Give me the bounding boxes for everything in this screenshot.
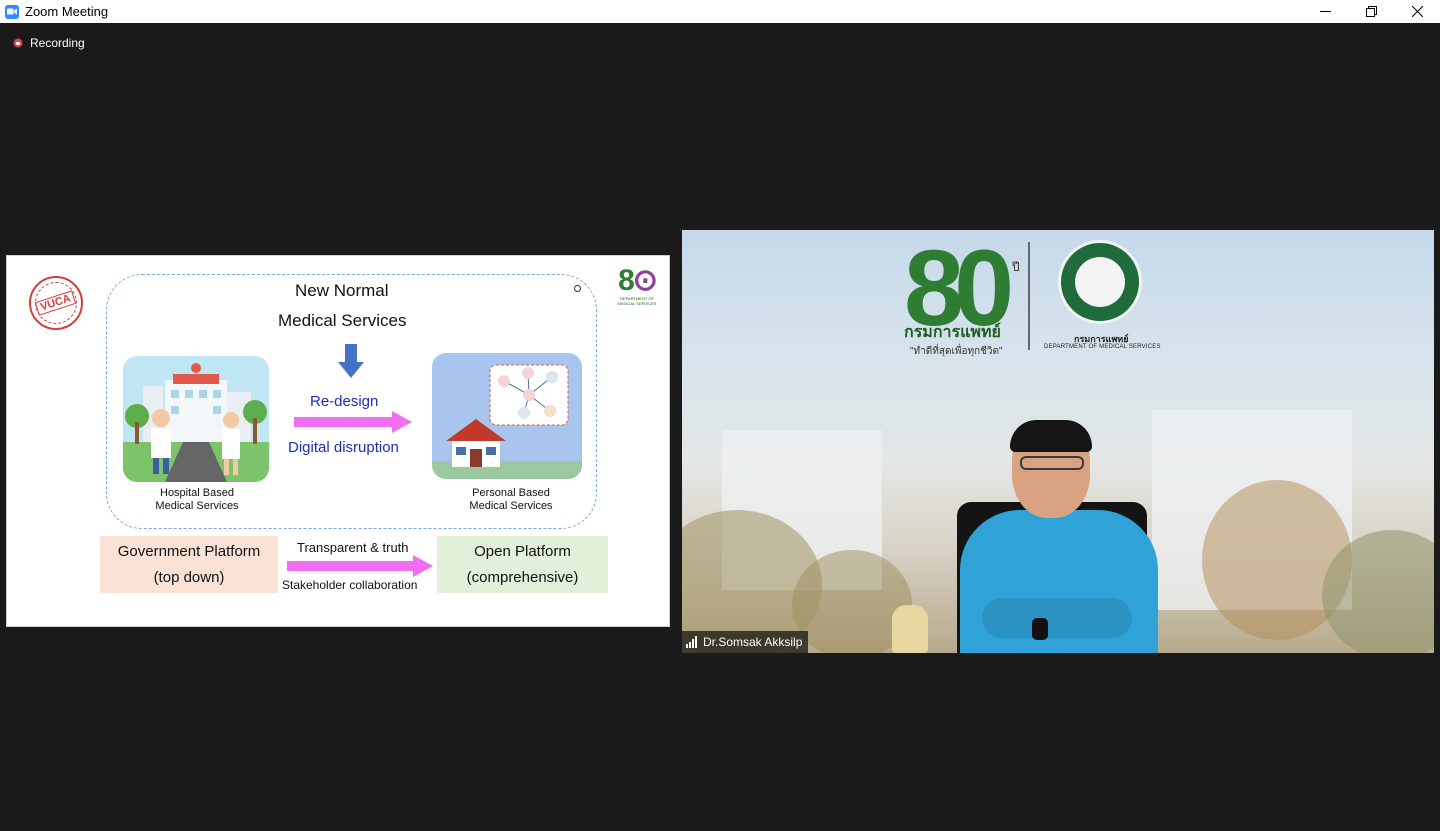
restore-button[interactable] [1348,0,1394,23]
80-years-logo-thai: กรมการแพทย์ [904,324,1001,341]
government-platform-box: Government Platform (top down) [100,536,278,593]
80-years-logo-slogan: "ทำดีที่สุดเพื่อทุกชีวิต" [910,346,1003,357]
seal-english-caption: DEPARTMENT OF MEDICAL SERVICES [1044,344,1161,350]
department-logo-number: 8⊙ [618,264,658,297]
window-controls [1302,0,1440,23]
desk-ornament [892,605,928,653]
home-caption: Personal Based Medical Services [469,487,553,512]
window-title: Zoom Meeting [25,4,109,19]
participant-name: Dr.Somsak Akksilp [703,635,803,649]
recording-indicator[interactable]: Recording [13,36,85,50]
shared-screen-slide[interactable]: VUCA 8⊙ DEPARTMENT OF MEDICAL SERVICES N… [6,255,670,627]
watch-icon [1032,618,1048,640]
government-platform-line2: (top down) [153,568,225,586]
department-logo-caption: DEPARTMENT OF MEDICAL SERVICES [617,296,657,306]
stakeholder-label: Stakeholder collaboration [282,578,418,592]
minimize-button[interactable] [1302,0,1348,23]
recording-label: Recording [30,36,85,50]
80-years-logo-suffix: ปี [1012,260,1020,274]
pink-arrow-icon [294,411,412,433]
slide-title-line2: Medical Services [278,311,407,330]
hospital-illustration [123,356,269,482]
open-platform-box: Open Platform (comprehensive) [437,536,608,593]
signal-strength-icon [686,636,698,648]
logo-divider [1028,242,1030,350]
vuca-stamp-text: VUCA [35,290,77,316]
digital-disruption-label: Digital disruption [288,439,399,456]
minimize-icon [1319,11,1331,12]
pink-arrow-icon [287,555,433,577]
title-bar: Zoom Meeting [0,0,1440,23]
home-care-illustration [432,353,582,479]
participant-hair [1010,420,1092,452]
transparent-label: Transparent & truth [297,540,409,555]
recording-icon [13,38,23,48]
restore-icon [1365,6,1377,17]
slide-title-line1: New Normal [295,281,389,300]
vuca-stamp: VUCA [29,276,83,330]
cursor-marker [574,285,581,292]
close-button[interactable] [1394,0,1440,23]
department-logo: 8⊙ DEPARTMENT OF MEDICAL SERVICES [614,266,660,318]
ministry-seal [1058,240,1142,324]
open-platform-line2: (comprehensive) [466,568,579,586]
participant-arms [982,598,1132,638]
open-platform-line1: Open Platform [474,542,571,560]
redesign-label: Re-design [310,393,379,410]
close-icon [1411,6,1423,17]
down-arrow-icon [338,344,364,378]
hospital-caption: Hospital Based Medical Services [155,487,239,512]
participant-video[interactable]: 80 ปี กรมการแพทย์ "ทำดีที่สุดเพื่อทุกชีว… [682,230,1434,653]
80-years-logo: 80 ปี กรมการแพทย์ "ทำดีที่สุดเพื่อทุกชีว… [902,234,1020,358]
government-platform-line1: Government Platform [117,542,261,560]
zoom-app-icon [5,4,19,19]
participant-glasses [1020,456,1084,470]
participant-name-bar: Dr.Somsak Akksilp [682,631,809,653]
